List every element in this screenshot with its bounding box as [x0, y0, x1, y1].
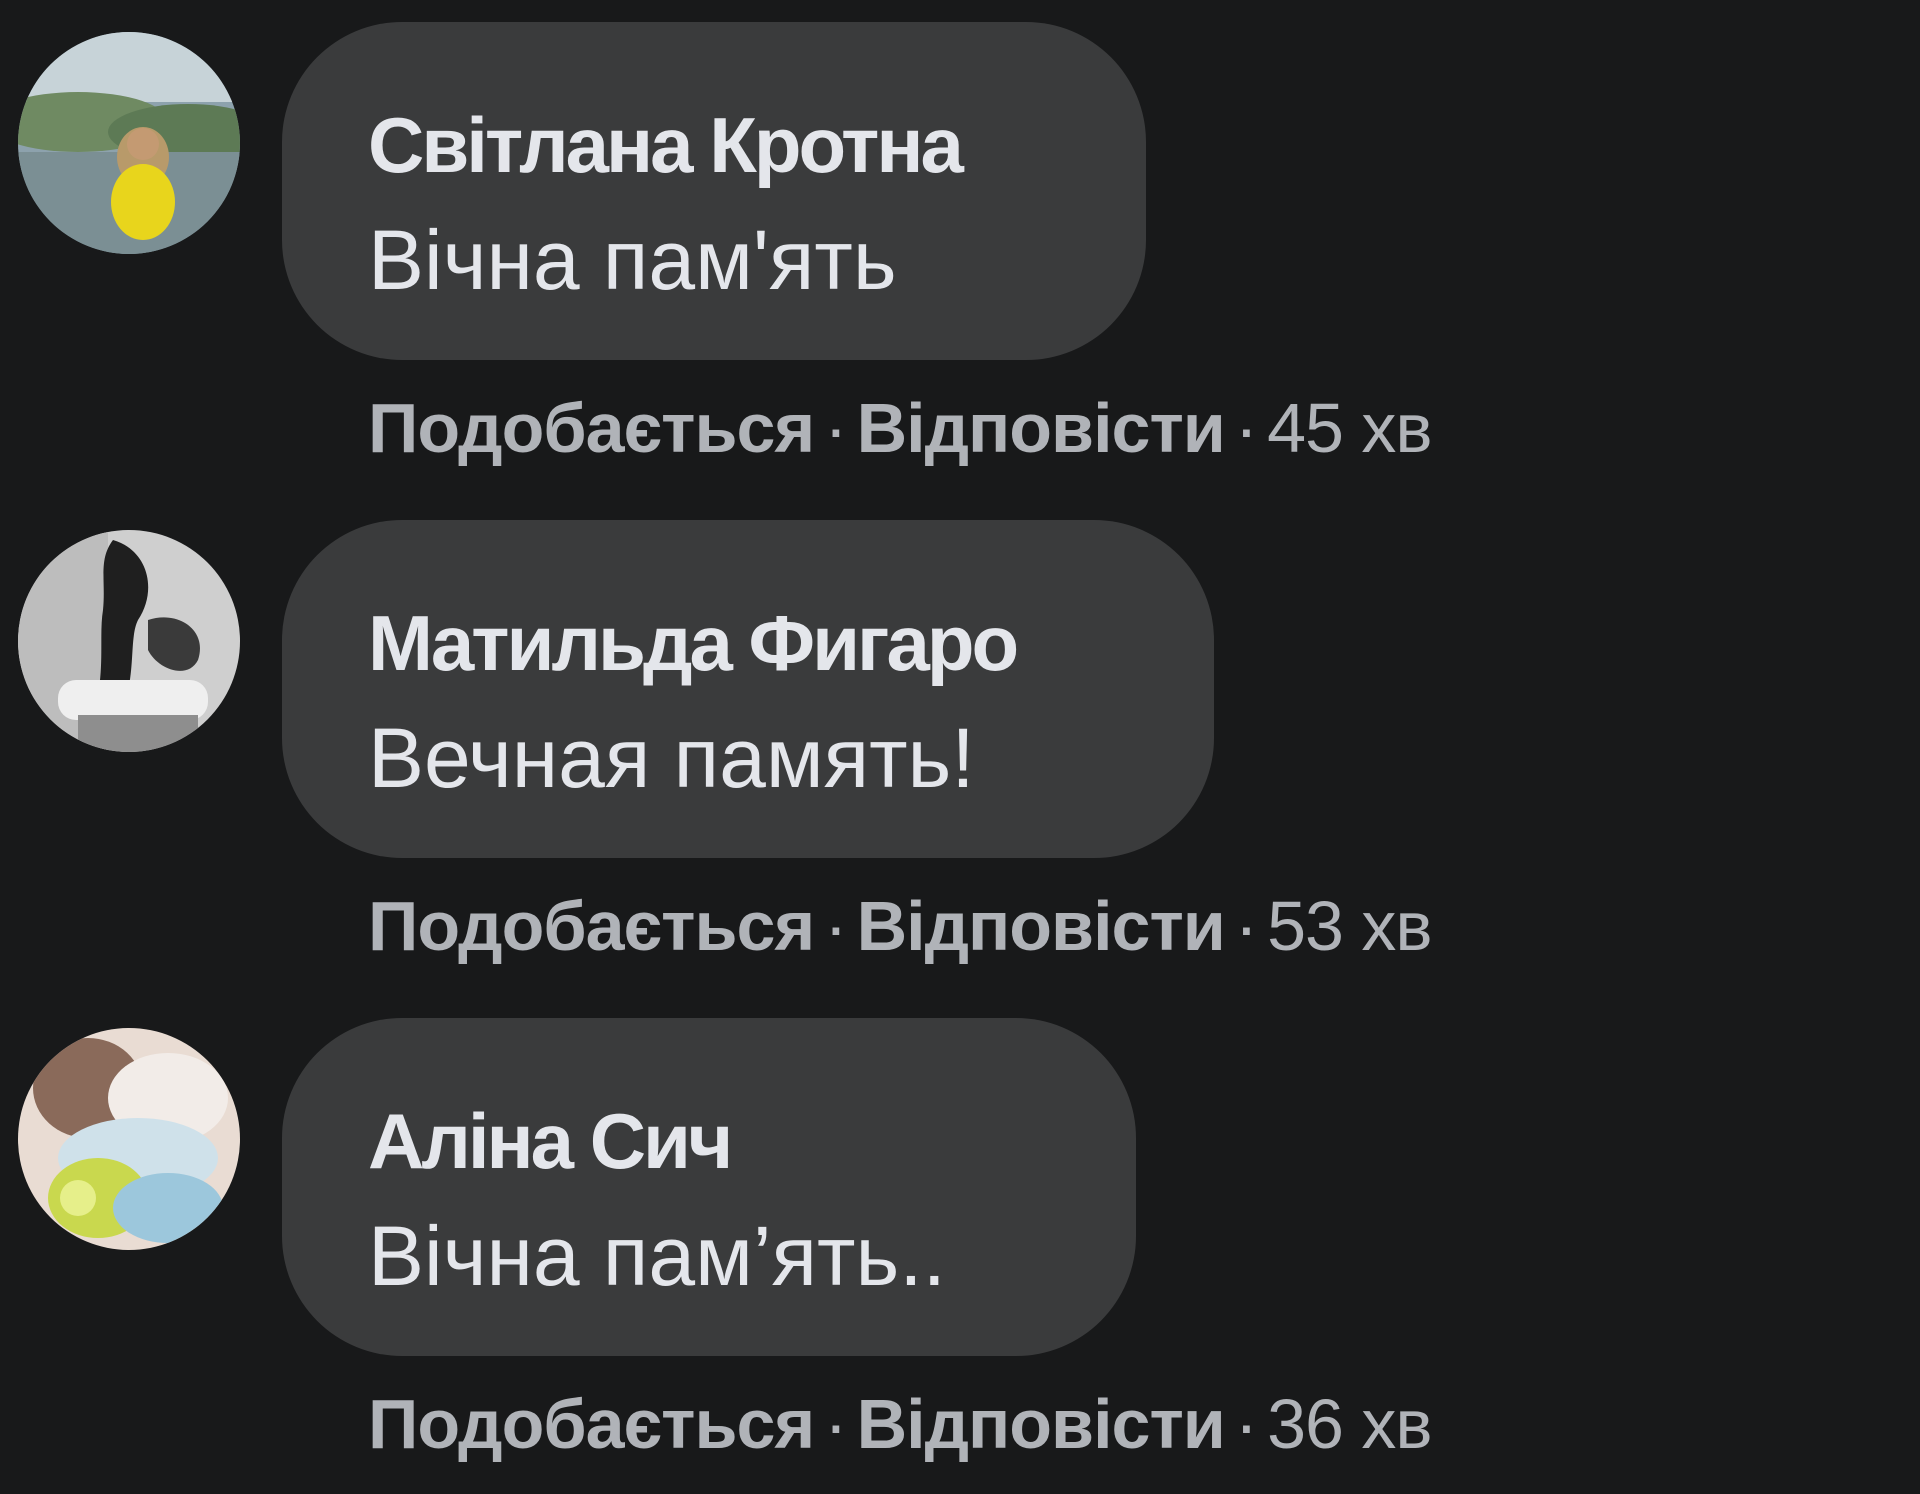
comment-bubble: Світлана Кротна Вічна пам'ять	[282, 22, 1146, 360]
avatar-photo-icon	[18, 32, 240, 254]
separator: ·	[824, 1385, 847, 1463]
avatar[interactable]	[18, 1028, 240, 1250]
reply-button[interactable]: Відповісти	[857, 887, 1226, 965]
avatar[interactable]	[18, 530, 240, 752]
comment-timestamp[interactable]: 36 хв	[1267, 1385, 1432, 1463]
avatar-photo-icon	[18, 1028, 240, 1250]
comment-timestamp[interactable]: 45 хв	[1267, 389, 1432, 467]
comment-author[interactable]: Матильда Фигаро	[368, 598, 1019, 689]
comment-author[interactable]: Світлана Кротна	[368, 100, 964, 191]
comment-item: Світлана Кротна Вічна пам'ять Подобаєтьс…	[0, 18, 1920, 498]
avatar[interactable]	[18, 32, 240, 254]
comment-item: Матильда Фигаро Вечная память! Подобаєть…	[0, 516, 1920, 996]
separator: ·	[1234, 1385, 1258, 1463]
like-button[interactable]: Подобається	[368, 389, 815, 467]
comment-bubble: Матильда Фигаро Вечная память!	[282, 520, 1214, 858]
comment-author[interactable]: Аліна Сич	[368, 1096, 733, 1187]
comment-text: Вічна пам'ять	[368, 213, 897, 307]
separator: ·	[824, 887, 847, 965]
like-button[interactable]: Подобається	[368, 1385, 815, 1463]
comment-text: Вечная память!	[368, 711, 975, 805]
like-button[interactable]: Подобається	[368, 887, 815, 965]
comment-actions: Подобається · Відповісти · 36 хв	[368, 1384, 1433, 1464]
reply-button[interactable]: Відповісти	[857, 1385, 1226, 1463]
comment-bubble: Аліна Сич Вічна пам’ять..	[282, 1018, 1136, 1356]
reply-button[interactable]: Відповісти	[857, 389, 1226, 467]
comment-actions: Подобається · Відповісти · 53 хв	[368, 886, 1433, 966]
comment-actions: Подобається · Відповісти · 45 хв	[368, 388, 1433, 468]
comment-item: Аліна Сич Вічна пам’ять.. Подобається · Ві…	[0, 1014, 1920, 1494]
separator: ·	[1234, 887, 1258, 965]
avatar-photo-icon	[18, 530, 240, 752]
separator: ·	[824, 389, 847, 467]
separator: ·	[1234, 389, 1258, 467]
comment-text: Вічна пам’ять..	[368, 1209, 946, 1303]
comment-timestamp[interactable]: 53 хв	[1267, 887, 1432, 965]
